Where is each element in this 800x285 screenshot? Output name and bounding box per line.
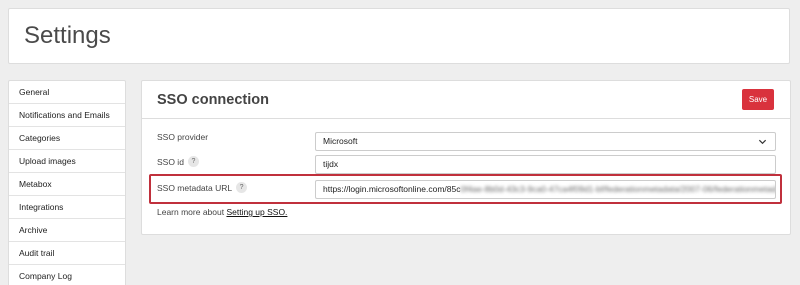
panel-header: SSO connection Save (142, 81, 790, 119)
settings-sidebar: General Notifications and Emails Categor… (8, 80, 126, 285)
sso-provider-select[interactable]: Microsoft (315, 132, 776, 151)
sso-metadata-url-redacted: 0f4ae-8b0d-43c3-9ca0-47ca4f09d1-bf/feder… (460, 184, 776, 194)
help-icon[interactable]: ? (187, 156, 199, 167)
sso-id-input[interactable]: tijdx (315, 155, 776, 174)
help-icon[interactable]: ? (236, 182, 248, 193)
sidebar-item-integrations[interactable]: Integrations (9, 196, 125, 219)
sidebar-item-upload-images[interactable]: Upload images (9, 150, 125, 173)
chevron-down-icon (758, 139, 767, 145)
sidebar-item-notifications[interactable]: Notifications and Emails (9, 104, 125, 127)
panel-title: SSO connection (157, 92, 269, 108)
sso-metadata-url-label-text: SSO metadata URL (157, 182, 233, 193)
sidebar-item-company-log[interactable]: Company Log (9, 265, 125, 285)
learn-more-prefix: Learn more about (157, 207, 227, 217)
sso-provider-label-text: SSO provider (157, 132, 209, 142)
sso-metadata-url-label: SSO metadata URL ? (157, 182, 248, 193)
page-title: Settings (24, 22, 111, 49)
sso-id-label-text: SSO id (157, 156, 184, 167)
page-header: Settings (8, 8, 790, 64)
sso-id-label: SSO id ? (157, 156, 199, 167)
setting-up-sso-link[interactable]: Setting up SSO. (226, 207, 287, 217)
sidebar-item-audit-trail[interactable]: Audit trail (9, 242, 125, 265)
sso-id-value: tijdx (323, 159, 339, 169)
sidebar-item-archive[interactable]: Archive (9, 219, 125, 242)
save-button[interactable]: Save (742, 89, 774, 110)
sso-metadata-url-input[interactable]: https://login.microsoftonline.com/85c0f4… (315, 180, 776, 199)
sso-metadata-url-value: https://login.microsoftonline.com/85c (323, 184, 461, 194)
sso-provider-value: Microsoft (323, 136, 358, 146)
learn-more-text: Learn more about Setting up SSO. (157, 207, 287, 217)
sso-connection-panel: SSO connection Save SSO provider Microso… (141, 80, 791, 235)
sidebar-item-categories[interactable]: Categories (9, 127, 125, 150)
sso-provider-label: SSO provider (157, 132, 208, 142)
sidebar-item-general[interactable]: General (9, 81, 125, 104)
sidebar-item-metabox[interactable]: Metabox (9, 173, 125, 196)
